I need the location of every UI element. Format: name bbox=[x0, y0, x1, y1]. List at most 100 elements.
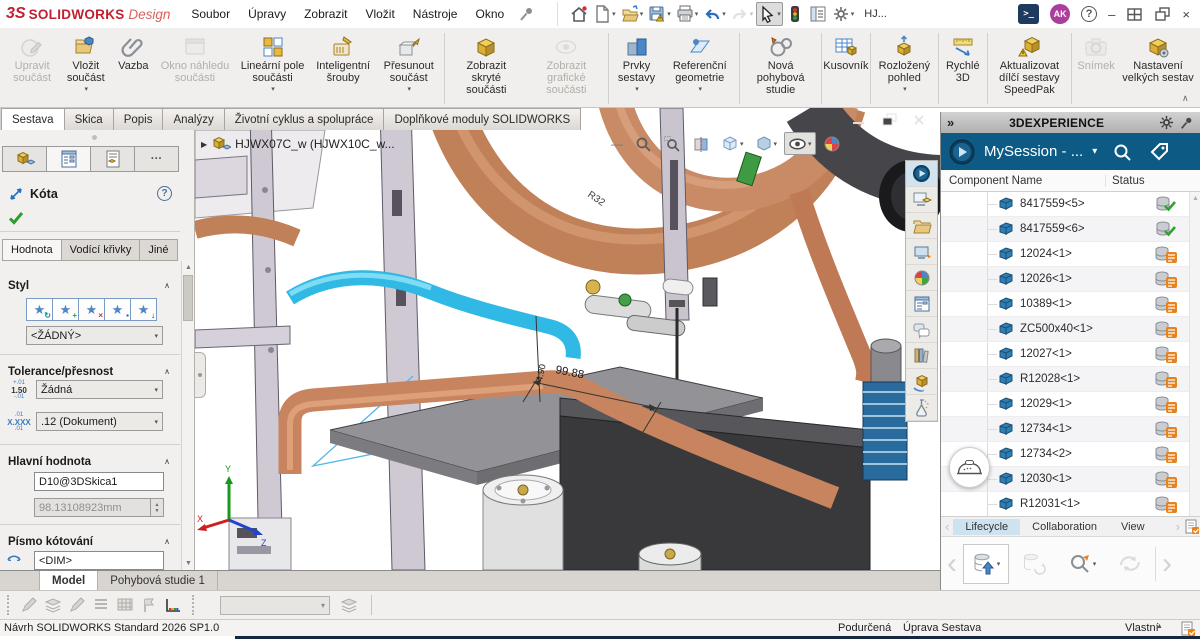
style-dropdown[interactable]: <ŽÁDNÝ>▾ bbox=[26, 326, 163, 345]
select-cursor-button[interactable]: ▾ bbox=[756, 2, 783, 26]
column-component-name[interactable]: Component Name bbox=[941, 175, 1105, 187]
tab-lifecycle[interactable]: Lifecycle bbox=[953, 519, 1020, 535]
precision-dropdown[interactable]: .12 (Dokument)▾ bbox=[36, 412, 163, 431]
close-window-button[interactable]: × bbox=[1182, 7, 1190, 22]
component-row[interactable]: 8417559<5> bbox=[941, 192, 1200, 217]
collapse-dimension-text-icon[interactable]: ∧ bbox=[164, 537, 170, 546]
ribbon-vazba-button[interactable]: Vazba bbox=[111, 31, 155, 106]
new-document-button[interactable]: ▾ bbox=[591, 2, 618, 26]
dimension-name-field[interactable]: D10@3DSkica1 bbox=[34, 472, 164, 491]
restore-window-icon[interactable] bbox=[1154, 6, 1171, 23]
task-pane-pin-icon[interactable] bbox=[1180, 116, 1194, 130]
ribbon-zobrazit-skryte-soucasti-button[interactable]: Zobrazit skryté součásti bbox=[446, 31, 526, 106]
user-avatar[interactable]: AK bbox=[1050, 4, 1070, 24]
help-icon[interactable]: ? bbox=[1081, 6, 1097, 22]
apply-default-style-button[interactable]: ★↻ bbox=[26, 298, 53, 321]
task-pane-options-icon[interactable] bbox=[1159, 115, 1174, 130]
lab-tab[interactable] bbox=[906, 395, 937, 421]
ok-button[interactable] bbox=[8, 210, 24, 226]
tab-pohybova-studie-1[interactable]: Pohybová studie 1 bbox=[98, 571, 218, 590]
shelf-tab[interactable] bbox=[906, 343, 937, 369]
explorer-tab[interactable] bbox=[906, 239, 937, 265]
ribbon-rozlozeny-pohled-button[interactable]: Rozložený pohled▾ bbox=[873, 31, 937, 106]
list-scrollbar[interactable]: ▲ bbox=[1189, 192, 1200, 516]
viewport-3d-scene[interactable]: 99.88 4.90 R32 Y X Z bbox=[195, 108, 940, 570]
properties-tab[interactable] bbox=[46, 146, 91, 172]
search-and-replace-button[interactable]: ▾ bbox=[1059, 544, 1105, 584]
props-tab[interactable] bbox=[906, 291, 937, 317]
component-row[interactable]: 12029<1> bbox=[941, 392, 1200, 417]
ribbon-inteligentni-srouby-button[interactable]: Inteligentní šrouby bbox=[311, 31, 376, 106]
tab-view[interactable]: View bbox=[1109, 519, 1157, 535]
comments-tab[interactable] bbox=[906, 317, 937, 343]
menu-okno[interactable]: Okno bbox=[466, 2, 513, 26]
forum-tab[interactable] bbox=[906, 369, 937, 395]
library-tab[interactable] bbox=[906, 213, 937, 239]
column-status[interactable]: Status bbox=[1105, 175, 1200, 187]
tabs-scroll-right-icon[interactable]: › bbox=[1172, 519, 1184, 534]
options-gear-button[interactable]: ▾ bbox=[830, 2, 857, 26]
menu-vlozit[interactable]: Vložit bbox=[356, 2, 403, 26]
tab-model[interactable]: Model bbox=[40, 571, 98, 590]
dimension-value-spinner[interactable]: 98.13108923mm ▲▼ bbox=[34, 498, 164, 517]
resources-tab[interactable] bbox=[906, 187, 937, 213]
print-button[interactable]: ▾ bbox=[674, 2, 701, 26]
redo-button[interactable]: ▾ bbox=[729, 2, 756, 26]
toolbar-scroll-left-button[interactable]: ‹ bbox=[943, 544, 961, 584]
ribbon-referencni-geometrie-button[interactable]: Referenční geometrie▾ bbox=[662, 31, 737, 106]
ribbon-linearni-pole-soucasti-button[interactable]: Lineární pole součásti▾ bbox=[235, 31, 311, 106]
component-row[interactable]: R12028<1> bbox=[941, 367, 1200, 392]
tab-doplnkove-moduly-solidworks[interactable]: Doplňkové moduly SOLIDWORKS bbox=[383, 108, 581, 130]
collapse-ribbon-icon[interactable]: ∧ bbox=[1182, 93, 1189, 104]
tile-windows-icon[interactable] bbox=[1126, 6, 1143, 23]
tab-vodici-krivky[interactable]: Vodící křivky bbox=[61, 239, 141, 261]
primary-value-section-header[interactable]: Hlavní hodnota bbox=[8, 456, 91, 468]
tab-popis[interactable]: Popis bbox=[113, 108, 164, 130]
help-icon[interactable]: ? bbox=[157, 186, 172, 201]
ribbon-prvky-sestavy-button[interactable]: Prvky sestavy▾ bbox=[611, 31, 662, 106]
performance-evaluation-button[interactable] bbox=[784, 2, 806, 26]
component-row[interactable]: 12734<1> bbox=[941, 417, 1200, 442]
appearance-button[interactable] bbox=[819, 132, 845, 155]
panel-flyout-handle[interactable] bbox=[195, 352, 206, 398]
add-style-button[interactable]: ★+ bbox=[52, 298, 79, 321]
frame-post[interactable] bbox=[380, 108, 425, 570]
tab-collaboration[interactable]: Collaboration bbox=[1020, 519, 1109, 535]
menu-soubor[interactable]: Soubor bbox=[182, 2, 239, 26]
collapse-panel-button[interactable]: » bbox=[947, 115, 954, 130]
minimize-window-button[interactable]: – bbox=[1108, 7, 1115, 22]
tolerance-dropdown[interactable]: Žádná▾ bbox=[36, 380, 163, 399]
component-row[interactable]: 12026<1> bbox=[941, 267, 1200, 292]
ribbon-nova-pohybova-studie-button[interactable]: Nová pohybová studie bbox=[742, 31, 819, 106]
zoomarea-button[interactable] bbox=[659, 132, 685, 155]
compass-tab[interactable] bbox=[906, 161, 937, 187]
save-to-3dexperience-button[interactable]: ▾ bbox=[963, 544, 1009, 584]
collapse-tolerance-icon[interactable]: ∧ bbox=[164, 367, 170, 376]
toolbar-scroll-right-button[interactable]: › bbox=[1158, 544, 1176, 584]
save-button[interactable]: ▾ bbox=[646, 2, 673, 26]
tab-hodnota[interactable]: Hodnota bbox=[2, 239, 62, 261]
display-pane-button[interactable] bbox=[807, 2, 829, 26]
document-title-row[interactable]: ▶ HJWX07C_w (HJWX10C_w... bbox=[201, 134, 395, 154]
ribbon-vlozit-soucast-button[interactable]: Vložit součást▾ bbox=[60, 31, 111, 106]
session-dropdown-icon[interactable]: ▾ bbox=[1092, 146, 1097, 157]
dimension-radius[interactable]: R32 bbox=[585, 189, 607, 209]
selected-tube-highlight[interactable] bbox=[290, 278, 573, 358]
eye-button[interactable]: ▾ bbox=[784, 132, 816, 155]
tabs-scroll-left-icon[interactable]: ‹ bbox=[941, 519, 953, 534]
tab-sestava[interactable]: Sestava bbox=[1, 108, 65, 130]
graphics-area[interactable]: 99.88 4.90 R32 Y X Z ▶ HJWX07C_w (HJWX10… bbox=[195, 108, 940, 570]
load-style-button[interactable]: ★↓ bbox=[130, 298, 157, 321]
component-row[interactable]: 12027<1> bbox=[941, 342, 1200, 367]
tab-zivotni-cyklus-a-spoluprace[interactable]: Životní cyklus a spolupráce bbox=[224, 108, 385, 130]
pin-menu-icon[interactable] bbox=[519, 6, 535, 22]
menu-nastroje[interactable]: Nástroje bbox=[404, 2, 467, 26]
ribbon-presunout-soucast-button[interactable]: Přesunout součást▾ bbox=[376, 31, 442, 106]
display-button[interactable]: ▾ bbox=[751, 132, 782, 155]
assembly-tab[interactable] bbox=[2, 146, 47, 172]
terminal-icon[interactable]: >_ bbox=[1018, 4, 1039, 24]
feature-tree-flyout-icon[interactable]: ▶ bbox=[201, 140, 207, 149]
component-row[interactable]: 12024<1> bbox=[941, 242, 1200, 267]
session-title[interactable]: MySession - ... bbox=[984, 143, 1083, 160]
palette-tab[interactable] bbox=[906, 265, 937, 291]
